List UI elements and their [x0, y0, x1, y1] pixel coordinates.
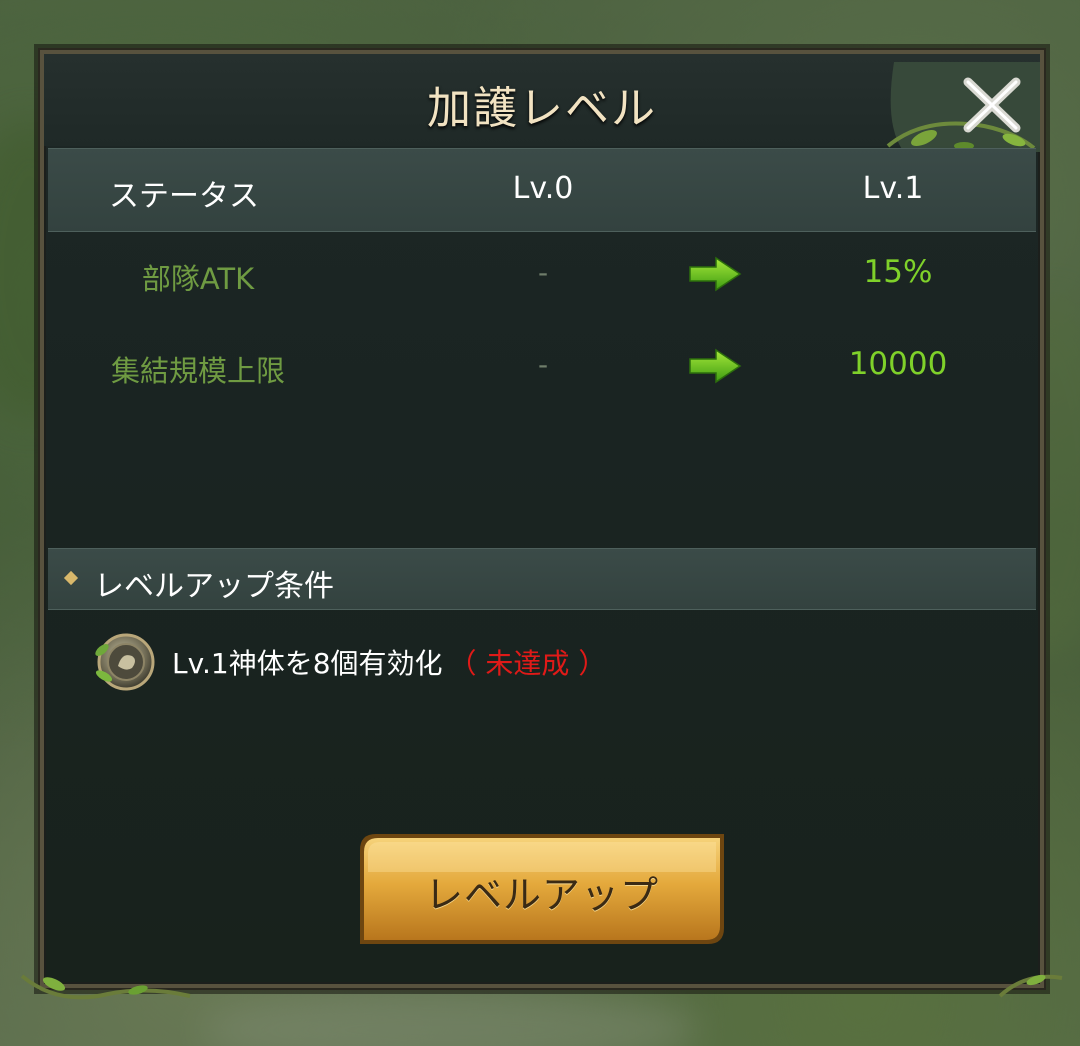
diamond-bullet-icon	[63, 570, 79, 586]
header-current-level: Lv.0	[512, 171, 574, 206]
level-up-conditions-header: レベルアップ条件	[48, 548, 1036, 610]
stat-before-value: -	[537, 256, 549, 289]
stat-row: 部隊ATK - 15%	[48, 238, 1036, 308]
level-up-button[interactable]: レベルアップ	[358, 832, 726, 948]
conditions-title: レベルアップ条件	[94, 569, 334, 604]
stats-header-row: ステータス Lv.0 Lv.1	[48, 148, 1036, 232]
game-screen: { "dialog": { "title": "加護レベル", "close_i…	[0, 0, 1080, 1046]
background-ground	[200, 990, 700, 1046]
stat-name: 部隊ATK	[141, 262, 255, 296]
close-x-icon	[963, 77, 1021, 133]
vine-decoration	[998, 974, 1063, 998]
stat-name: 集結規模上限	[110, 354, 285, 388]
guardian-level-dialog: 加護レベル ステータス Lv.0 Lv.1 部隊ATK - 15% 集結規模上限…	[38, 48, 1046, 990]
stat-before-value: -	[537, 348, 549, 381]
vine-decoration	[20, 974, 191, 1000]
stat-row: 集結規模上限 - 10000	[48, 330, 1036, 400]
level-up-label: レベルアップ	[424, 873, 659, 917]
condition-text: Lv.1神体を8個有効化	[172, 647, 443, 680]
header-status: ステータス	[109, 179, 259, 214]
stat-after-value: 10000	[848, 346, 948, 382]
green-arrow-right-icon	[689, 348, 742, 384]
condition-item: Lv.1神体を8個有効化（ 未達成 ）	[92, 626, 992, 696]
condition-text-line: Lv.1神体を8個有効化（ 未達成 ）	[172, 642, 606, 682]
close-button[interactable]	[864, 56, 1040, 152]
green-arrow-right-icon	[689, 256, 742, 292]
stat-after-value: 15%	[863, 254, 933, 290]
condition-status: （ 未達成 ）	[448, 647, 607, 680]
divine-body-icon[interactable]	[92, 630, 156, 694]
header-next-level: Lv.1	[862, 171, 924, 206]
